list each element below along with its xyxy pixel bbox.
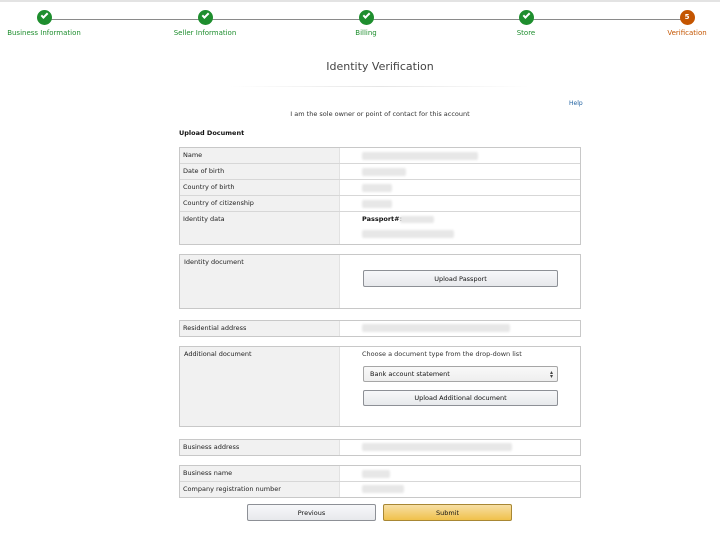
previous-button[interactable]: Previous [247, 504, 376, 521]
country-birth-label: Country of birth [180, 180, 340, 195]
company-registration-label: Company registration number [180, 482, 340, 497]
company-registration-value [340, 482, 580, 497]
country-citizenship-label: Country of citizenship [180, 196, 340, 211]
check-icon [197, 10, 213, 25]
identity-data-label: Identity data [180, 212, 340, 244]
redacted-value [362, 443, 512, 451]
identity-info-table: Name Date of birth Country of birth Coun… [179, 147, 581, 245]
dob-label: Date of birth [180, 164, 340, 179]
business-name-label: Business name [180, 466, 340, 481]
table-row: Country of birth [180, 180, 580, 196]
title-divider [230, 86, 530, 87]
residential-address-value [340, 321, 580, 336]
name-label: Name [180, 148, 340, 163]
redacted-value [362, 470, 390, 478]
table-row: Residential address [180, 321, 580, 336]
identity-data-value: Passport#: [340, 212, 580, 244]
upload-passport-button[interactable]: Upload Passport [363, 270, 558, 287]
page-title: Identity Verification [326, 60, 434, 73]
step-seller-information[interactable]: Seller Information [135, 10, 275, 37]
country-citizenship-value [340, 196, 580, 211]
step-business-information[interactable]: Business Information [0, 10, 114, 37]
table-row: Identity data Passport#: [180, 212, 580, 244]
name-value [340, 148, 580, 163]
identity-document-label: Identity document [180, 255, 340, 308]
document-type-hint: Choose a document type from the drop-dow… [362, 350, 522, 358]
check-icon [518, 10, 534, 25]
redacted-value [362, 152, 478, 160]
select-arrows-icon: ▴ ▾ [549, 369, 553, 380]
check-icon [36, 10, 52, 25]
upload-additional-document-button[interactable]: Upload Additional document [363, 390, 558, 406]
progress-stepper: Business Information Seller Information … [0, 10, 720, 40]
country-birth-value [340, 180, 580, 195]
table-row: Date of birth [180, 164, 580, 180]
redacted-value [362, 184, 392, 192]
document-type-select[interactable]: Bank account statement ▴ ▾ [363, 366, 558, 382]
check-icon [358, 10, 374, 25]
redacted-value [362, 485, 404, 493]
help-link[interactable]: Help [569, 100, 583, 107]
step-verification: 5 Verification [617, 10, 720, 37]
step-number-badge: 5 [679, 10, 695, 25]
top-border [0, 0, 720, 2]
residential-address-table: Residential address [179, 320, 581, 337]
redacted-value [362, 168, 406, 176]
redacted-value [362, 230, 454, 238]
business-name-value [340, 466, 580, 481]
step-label: Billing [355, 29, 377, 37]
table-row: Business address [180, 440, 580, 455]
table-row: Company registration number [180, 482, 580, 497]
redacted-value [362, 200, 392, 208]
table-row: Business name [180, 466, 580, 482]
redacted-value [362, 324, 510, 332]
passport-label: Passport#: [362, 215, 403, 223]
business-address-label: Business address [180, 440, 340, 455]
table-row: Country of citizenship [180, 196, 580, 212]
upload-document-heading: Upload Document [179, 129, 245, 137]
step-billing[interactable]: Billing [296, 10, 436, 37]
submit-button[interactable]: Submit [383, 504, 512, 521]
redacted-value [400, 216, 434, 223]
document-type-selected: Bank account statement [370, 370, 450, 378]
table-row: Name [180, 148, 580, 164]
step-label: Verification [667, 29, 707, 37]
sole-owner-text: I am the sole owner or point of contact … [290, 110, 470, 118]
step-label: Business Information [7, 29, 81, 37]
additional-document-panel: Additional document Choose a document ty… [179, 346, 581, 427]
table-row: Additional document Choose a document ty… [180, 347, 580, 426]
residential-address-label: Residential address [180, 321, 340, 336]
business-address-table: Business address [179, 439, 581, 456]
step-store[interactable]: Store [456, 10, 596, 37]
additional-document-label: Additional document [180, 347, 340, 426]
step-label: Seller Information [173, 29, 237, 37]
additional-document-actions: Choose a document type from the drop-dow… [340, 347, 580, 426]
business-address-value [340, 440, 580, 455]
dob-value [340, 164, 580, 179]
step-label: Store [516, 29, 536, 37]
business-info-table: Business name Company registration numbe… [179, 465, 581, 498]
